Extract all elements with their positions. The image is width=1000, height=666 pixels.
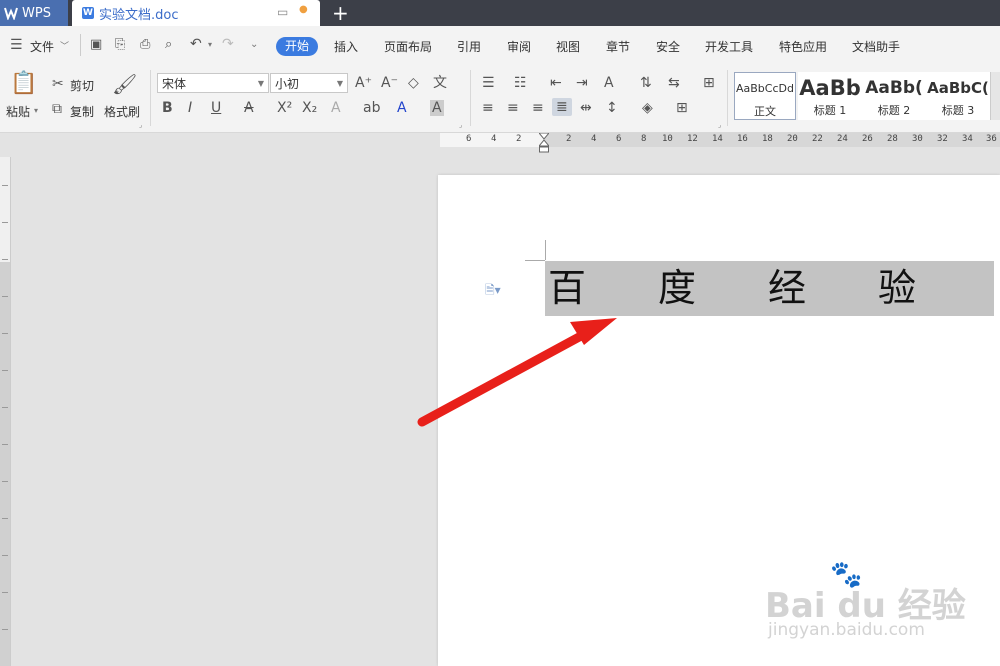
vertical-ruler-tick bbox=[2, 333, 8, 334]
vertical-ruler-tick bbox=[2, 481, 8, 482]
vertical-ruler-tick bbox=[2, 296, 8, 297]
vertical-ruler-tick bbox=[2, 222, 8, 223]
vertical-ruler-tick bbox=[2, 185, 8, 186]
vertical-ruler-tick bbox=[2, 518, 8, 519]
baidu-watermark: 🐾 Bai du 经验 jingyan.baidu.com bbox=[760, 560, 990, 650]
vertical-ruler-tick bbox=[2, 370, 8, 371]
vertical-ruler-tick bbox=[2, 444, 8, 445]
vertical-ruler-tick bbox=[2, 407, 8, 408]
watermark-url: jingyan.baidu.com bbox=[768, 620, 925, 640]
vertical-ruler-tick bbox=[2, 629, 8, 630]
vertical-ruler-tick bbox=[2, 592, 8, 593]
vertical-ruler-tick bbox=[2, 259, 8, 260]
vertical-ruler-tick bbox=[2, 555, 8, 556]
